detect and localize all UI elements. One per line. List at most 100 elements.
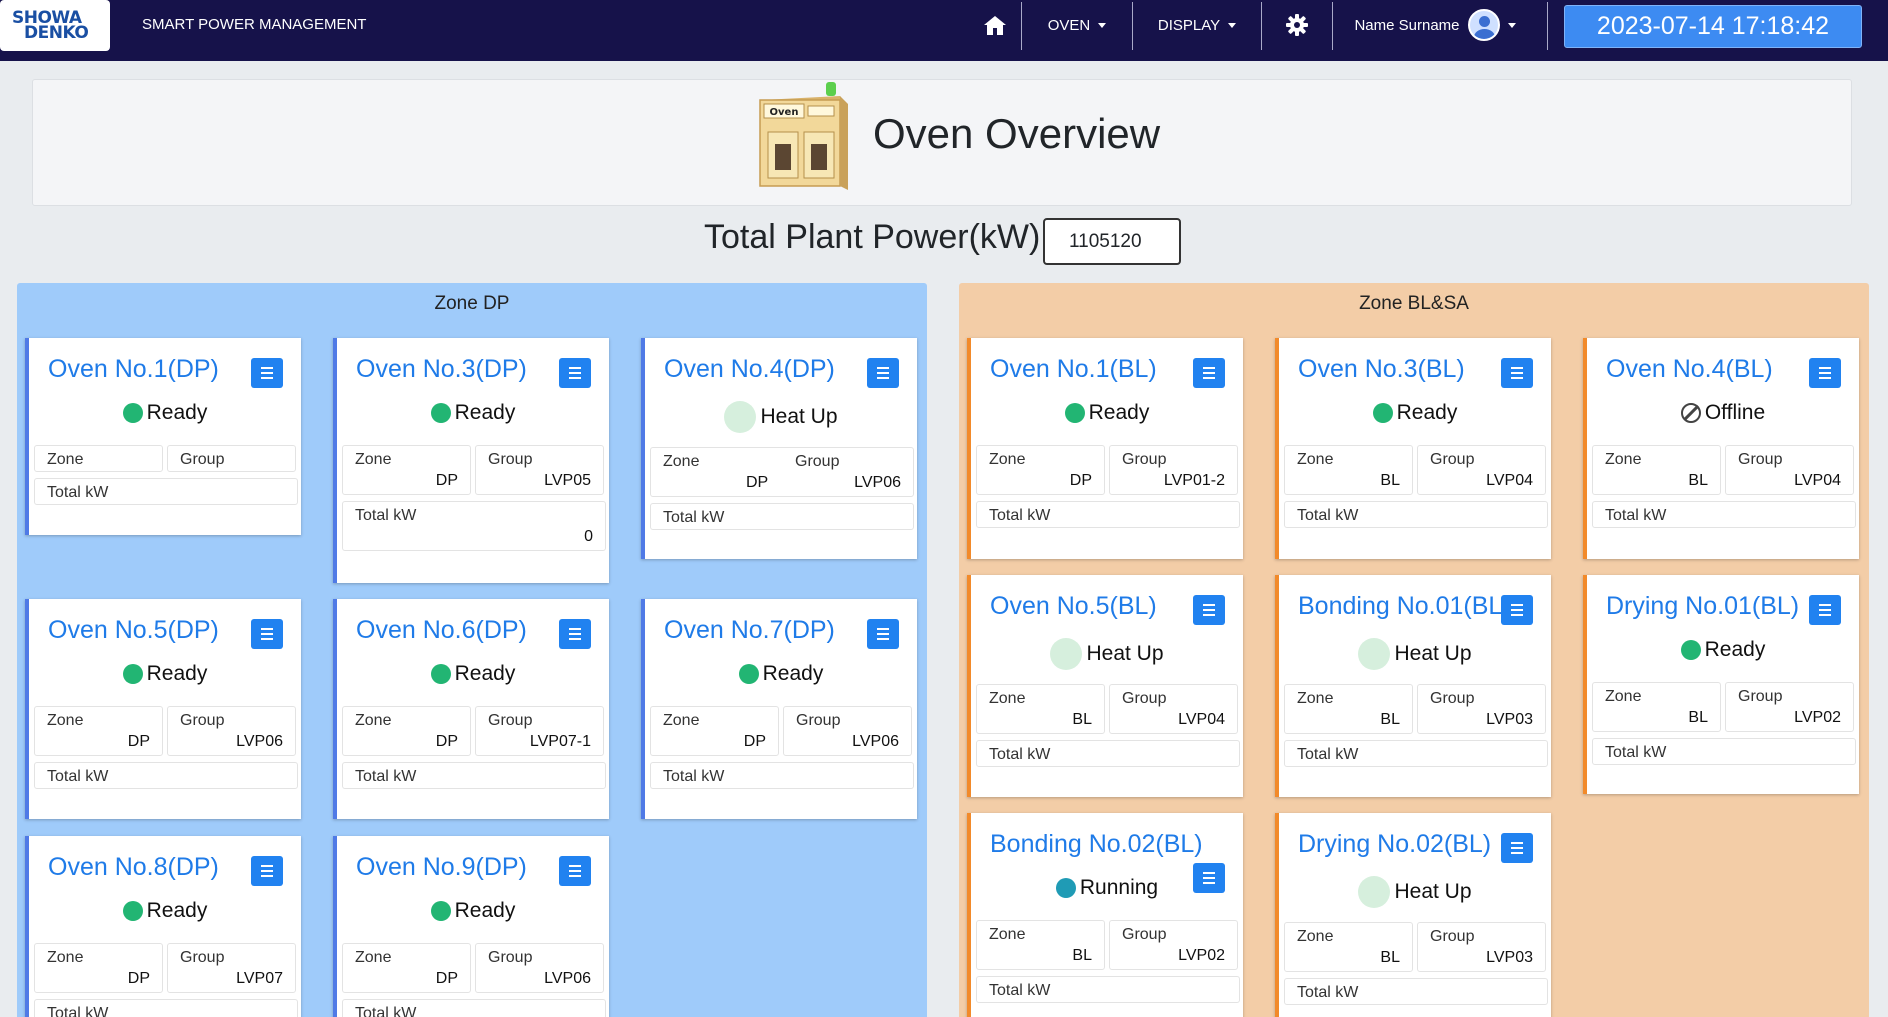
chevron-down-icon	[1507, 22, 1516, 28]
company-logo[interactable]: SHOWA DENKO	[0, 0, 110, 51]
oven-name[interactable]: Oven No.1(BL)	[990, 355, 1157, 384]
oven-card[interactable]: Oven No.4(DP) Heat Up Zone Group DP LVP0…	[641, 338, 917, 559]
details-button[interactable]	[1809, 358, 1841, 388]
oven-card[interactable]: Oven No.6(DP) Ready Zone DP Group LVP07-1 …	[333, 599, 609, 819]
oven-card[interactable]: Oven No.5(DP) Ready Zone DP Group LVP06 To…	[25, 599, 301, 819]
zone-value: DP	[1069, 472, 1092, 489]
details-button[interactable]	[1193, 595, 1225, 625]
oven-card[interactable]: Oven No.1(BL) Ready Zone DP Group LVP01-2 …	[967, 338, 1243, 559]
group-label: Group	[1430, 451, 1475, 468]
oven-card[interactable]: Oven No.5(BL) Heat Up Zone BL Group LVP04 …	[967, 575, 1243, 797]
status-text: Offline	[1704, 401, 1766, 424]
details-button[interactable]	[251, 619, 283, 649]
oven-card[interactable]: Drying No.02(BL) Heat Up Zone BL Group LVP…	[1275, 813, 1551, 1017]
oven-name[interactable]: Oven No.4(BL)	[1606, 355, 1773, 384]
settings-button[interactable]	[1262, 0, 1332, 50]
oven-name[interactable]: Oven No.1(DP)	[48, 355, 219, 384]
details-button[interactable]	[251, 358, 283, 388]
zone-field: Zone BL	[976, 920, 1105, 970]
details-button[interactable]	[867, 619, 899, 649]
oven-name[interactable]: Oven No.3(DP)	[356, 355, 527, 384]
total-kw-field: Total kW	[342, 999, 606, 1017]
total-kw-field: Total kW	[976, 976, 1240, 1003]
oven-name[interactable]: Drying No.01(BL)	[1606, 592, 1799, 621]
zone-value: BL	[1380, 711, 1400, 728]
details-button[interactable]	[559, 619, 591, 649]
total-kw-label: Total kW	[355, 768, 417, 785]
details-button[interactable]	[1501, 595, 1533, 625]
group-field: Group LVP04	[1725, 445, 1854, 495]
oven-name[interactable]: Bonding No.01(BL)	[1298, 592, 1511, 621]
user-menu[interactable]: Name Surname	[1340, 0, 1530, 50]
oven-card[interactable]: Drying No.01(BL) Ready Zone BL Group LVP02…	[1583, 575, 1859, 794]
status-text: Ready	[454, 662, 516, 685]
group-label: Group	[180, 949, 225, 966]
datetime-display: 2023-07-14 17:18:42	[1564, 5, 1862, 48]
home-button[interactable]	[968, 0, 1022, 50]
status-text: Ready	[146, 401, 208, 424]
details-button[interactable]	[559, 358, 591, 388]
zone-value: BL	[1072, 711, 1092, 728]
oven-card[interactable]: Oven No.3(DP) Ready Zone DP Group LVP05 To…	[333, 338, 609, 583]
oven-name[interactable]: Oven No.5(DP)	[48, 616, 219, 645]
oven-card[interactable]: Oven No.8(DP) Ready Zone DP Group LVP07 To…	[25, 836, 301, 1017]
oven-name[interactable]: Bonding No.02(BL)	[990, 830, 1203, 859]
status-dot-icon	[122, 664, 143, 684]
oven-card[interactable]: Bonding No.02(BL) Running Zone BL Group LV…	[967, 813, 1243, 1017]
group-value: LVP04	[1486, 472, 1533, 489]
oven-name[interactable]: Oven No.3(BL)	[1298, 355, 1465, 384]
status-indicator: Ready	[29, 662, 301, 686]
oven-name[interactable]: Oven No.4(DP)	[664, 355, 835, 384]
display-menu[interactable]: DISPLAY	[1133, 0, 1261, 50]
details-button[interactable]	[559, 856, 591, 886]
details-button[interactable]	[1501, 833, 1533, 863]
oven-card[interactable]: Oven No.3(BL) Ready Zone BL Group LVP04 To…	[1275, 338, 1551, 559]
group-field: Group LVP01-2	[1109, 445, 1238, 495]
oven-menu[interactable]: OVEN	[1022, 0, 1132, 50]
total-kw-label: Total kW	[47, 1005, 109, 1017]
total-kw-label: Total kW	[1605, 744, 1667, 761]
details-button[interactable]	[1193, 358, 1225, 388]
status-dot-icon	[1372, 403, 1393, 423]
top-navbar: SHOWA DENKO SMART POWER MANAGEMENT OVEN …	[0, 0, 1888, 61]
details-button[interactable]	[1501, 358, 1533, 388]
oven-card[interactable]: Oven No.9(DP) Ready Zone DP Group LVP06 To…	[333, 836, 609, 1017]
status-text: Heat Up	[760, 405, 838, 428]
details-button[interactable]	[1809, 595, 1841, 625]
oven-name[interactable]: Oven No.5(BL)	[990, 592, 1157, 621]
oven-name[interactable]: Oven No.6(DP)	[356, 616, 527, 645]
status-indicator: Heat Up	[971, 638, 1243, 670]
oven-name[interactable]: Drying No.02(BL)	[1298, 830, 1491, 859]
status-text: Ready	[1704, 638, 1766, 661]
status-dot-icon	[122, 901, 143, 921]
zone-label: Zone	[47, 712, 84, 729]
total-kw-field: Total kW	[1592, 501, 1856, 528]
group-label: Group	[1122, 926, 1167, 943]
oven-name[interactable]: Oven No.7(DP)	[664, 616, 835, 645]
oven-card[interactable]: Oven No.4(BL) Offline Zone BL Group LVP04 …	[1583, 338, 1859, 559]
oven-name[interactable]: Oven No.9(DP)	[356, 853, 527, 882]
group-value: LVP03	[1486, 949, 1533, 966]
status-dot-icon	[122, 403, 143, 423]
details-button[interactable]	[867, 358, 899, 388]
oven-card[interactable]: Bonding No.01(BL) Heat Up Zone BL Group LV…	[1275, 575, 1551, 797]
status-text: Running	[1079, 876, 1159, 899]
oven-card[interactable]: Oven No.1(DP) Ready Zone Group Total kW	[25, 338, 301, 535]
zone-field: Zone DP	[342, 943, 471, 993]
total-kw-field: Total kW	[976, 501, 1240, 528]
zone-value: DP	[435, 472, 458, 489]
total-kw-label: Total kW	[663, 768, 725, 785]
group-label: Group	[1738, 451, 1783, 468]
zone-value: DP	[743, 733, 766, 750]
details-button[interactable]	[251, 856, 283, 886]
status-text: Ready	[146, 899, 208, 922]
status-dot-icon	[1055, 878, 1076, 898]
total-kw-field: Total kW	[342, 762, 606, 789]
status-text: Heat Up	[1394, 880, 1472, 903]
total-power-field[interactable]: 1105120	[1043, 218, 1181, 265]
zone-bl-sa-panel: Zone BL&SA Oven No.1(BL) Ready Zone DP Gr…	[959, 283, 1869, 1017]
total-kw-field: Total kW	[1284, 978, 1548, 1005]
oven-card[interactable]: Oven No.7(DP) Ready Zone DP Group LVP06 To…	[641, 599, 917, 819]
nav-separator	[1547, 2, 1548, 50]
oven-name[interactable]: Oven No.8(DP)	[48, 853, 219, 882]
